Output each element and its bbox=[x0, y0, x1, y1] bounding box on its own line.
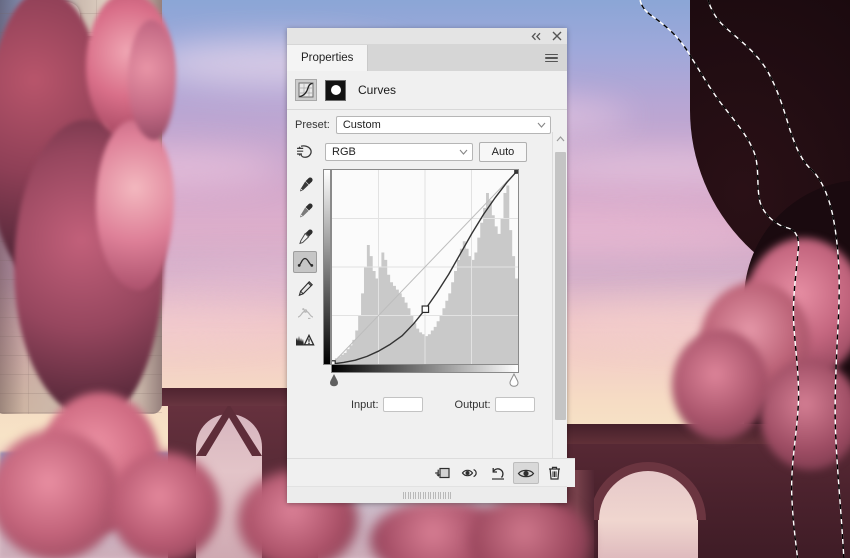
view-previous-state-button[interactable] bbox=[457, 462, 483, 484]
pink-blossom-cluster bbox=[128, 20, 176, 140]
hamburger-menu-icon[interactable] bbox=[536, 45, 567, 71]
output-gradient-ramp bbox=[323, 169, 331, 365]
black-white-point-sliders bbox=[323, 372, 521, 389]
curve-input-group: Input: bbox=[351, 397, 423, 412]
preset-label: Preset: bbox=[295, 119, 330, 131]
photoshop-screen: Properties Curves Preset: Custom RGB Aut… bbox=[0, 0, 850, 558]
curve-output-group: Output: bbox=[455, 397, 535, 412]
toggle-layer-visibility-button[interactable] bbox=[513, 462, 539, 484]
delete-adjustment-button[interactable] bbox=[541, 462, 567, 484]
curve-plot[interactable] bbox=[332, 170, 518, 364]
chevron-down-icon bbox=[459, 147, 468, 157]
layer-mask-thumbnail[interactable] bbox=[325, 79, 346, 101]
scrollbar-track[interactable] bbox=[554, 146, 566, 463]
panel-scrollbar[interactable] bbox=[552, 132, 567, 477]
on-image-adjustment-icon[interactable] bbox=[293, 141, 319, 163]
reset-adjustment-button[interactable] bbox=[485, 462, 511, 484]
tab-properties-label: Properties bbox=[301, 52, 354, 64]
black-point-eyedropper[interactable] bbox=[293, 173, 317, 195]
preset-row: Preset: Custom bbox=[287, 110, 567, 136]
input-gradient-ramp bbox=[331, 365, 519, 373]
blossom-tree bbox=[110, 452, 220, 558]
smooth-curve-values-tool[interactable] bbox=[293, 303, 317, 325]
curves-graph-area: Input: Output: bbox=[323, 169, 535, 412]
panel-window-controls bbox=[287, 28, 567, 45]
curve-output-label: Output: bbox=[454, 398, 491, 411]
channel-value: RGB bbox=[332, 146, 356, 158]
curve-input-field[interactable] bbox=[382, 397, 423, 412]
chevron-down-icon bbox=[537, 120, 546, 130]
grip-lines-icon bbox=[402, 491, 452, 499]
curves-tool-column bbox=[287, 169, 323, 412]
curve-output-field[interactable] bbox=[494, 397, 535, 412]
blossom-tree bbox=[672, 330, 768, 440]
curves-body: Input: Output: bbox=[287, 169, 567, 412]
curve-input-output-row: Input: Output: bbox=[323, 389, 535, 412]
chevron-up-icon[interactable] bbox=[556, 132, 565, 146]
panel-resize-grip[interactable] bbox=[287, 486, 567, 503]
channel-dropdown[interactable]: RGB bbox=[325, 143, 473, 161]
white-point-eyedropper[interactable] bbox=[293, 225, 317, 247]
close-x-icon[interactable] bbox=[550, 30, 563, 43]
auto-button-label: Auto bbox=[491, 146, 515, 158]
panel-tab-strip: Properties bbox=[287, 45, 567, 71]
properties-panel[interactable]: Properties Curves Preset: Custom RGB Aut… bbox=[287, 28, 575, 503]
channel-row: RGB Auto bbox=[287, 136, 567, 169]
clipping-warning-toggle[interactable] bbox=[293, 329, 317, 351]
edit-points-curve-tool[interactable] bbox=[293, 251, 317, 273]
page-title: Curves bbox=[358, 83, 397, 97]
gray-point-eyedropper[interactable] bbox=[293, 199, 317, 221]
curves-icon[interactable] bbox=[295, 79, 317, 101]
white-point-slider-hollow[interactable] bbox=[507, 372, 521, 387]
pencil-draw-curve-tool[interactable] bbox=[293, 277, 317, 299]
preset-value: Custom bbox=[342, 119, 381, 131]
collapse-double-chevron-icon[interactable] bbox=[530, 30, 543, 43]
pink-blossom-cluster bbox=[96, 120, 174, 290]
panel-bottom-toolbar bbox=[287, 458, 575, 487]
blossom-tree bbox=[760, 360, 850, 470]
tab-properties[interactable]: Properties bbox=[287, 45, 369, 71]
adjustment-title-row: Curves bbox=[287, 71, 567, 107]
clip-to-layer-button[interactable] bbox=[429, 462, 455, 484]
curves-grid[interactable] bbox=[331, 169, 519, 365]
curve-input-label: Input: bbox=[351, 398, 379, 411]
black-point-slider-filled[interactable] bbox=[327, 373, 341, 387]
scrollbar-thumb[interactable] bbox=[554, 152, 566, 420]
auto-button[interactable]: Auto bbox=[479, 142, 527, 162]
blossom-tree bbox=[0, 430, 120, 558]
preset-dropdown[interactable]: Custom bbox=[335, 116, 551, 134]
